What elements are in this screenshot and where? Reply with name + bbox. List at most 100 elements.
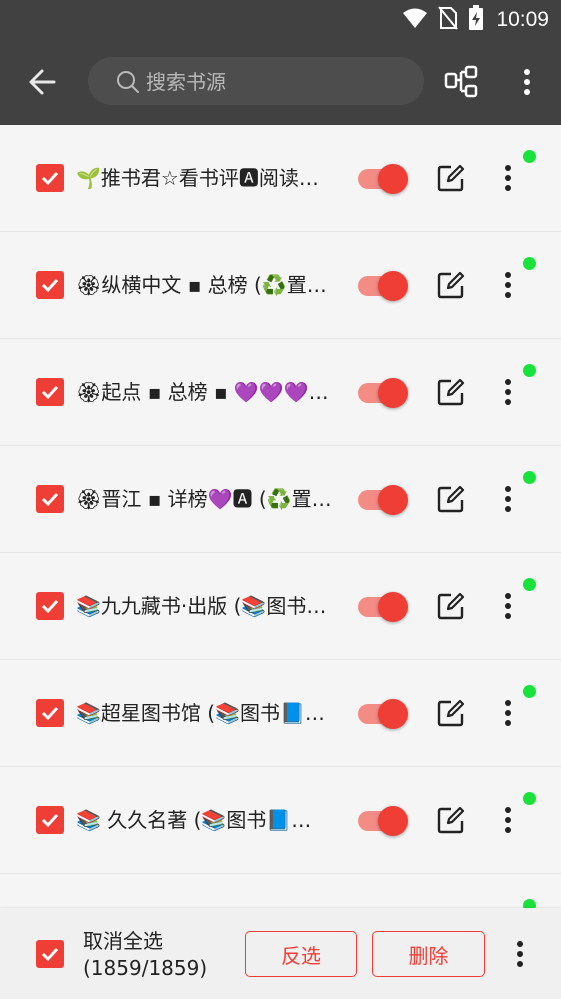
delete-button[interactable]: 删除	[372, 931, 485, 977]
toolbar-more-button[interactable]	[515, 64, 539, 100]
select-all-checkbox[interactable]	[36, 940, 64, 968]
search-input[interactable]	[144, 57, 408, 107]
source-row[interactable]: 📚 久久名著 (📚图书📘…	[0, 767, 561, 874]
source-checkbox[interactable]	[36, 592, 64, 620]
row-more-button[interactable]	[496, 269, 520, 301]
edit-icon	[437, 592, 465, 620]
source-row[interactable]: 🏵纵横中文 ▪ 总榜 (♻️置…	[0, 232, 561, 339]
switch-thumb	[378, 592, 408, 622]
source-checkbox[interactable]	[36, 699, 64, 727]
source-name: 📚九九藏书·出版 (📚图书…	[76, 594, 327, 618]
source-checkbox[interactable]	[36, 271, 64, 299]
check-icon	[41, 492, 59, 507]
source-name: 🏵纵横中文 ▪ 总榜 (♻️置…	[76, 273, 327, 297]
check-icon	[41, 813, 59, 828]
status-dot	[523, 685, 536, 698]
more-vertical-icon	[505, 700, 511, 726]
source-checkbox[interactable]	[36, 485, 64, 513]
edit-button[interactable]	[436, 698, 466, 728]
row-more-button[interactable]	[496, 162, 520, 194]
source-enable-switch[interactable]	[358, 697, 412, 729]
source-name: 📚超星图书馆 (📚图书📘…	[76, 701, 325, 725]
status-dot	[523, 150, 536, 163]
edit-icon	[437, 378, 465, 406]
row-more-button[interactable]	[496, 697, 520, 729]
switch-thumb	[378, 378, 408, 408]
status-bar: 10:09	[0, 0, 561, 38]
more-vertical-icon	[505, 486, 511, 512]
check-icon	[41, 385, 59, 400]
edit-icon	[437, 699, 465, 727]
edit-icon	[437, 164, 465, 192]
edit-button[interactable]	[436, 591, 466, 621]
source-enable-switch[interactable]	[358, 483, 412, 515]
switch-thumb	[378, 271, 408, 301]
switch-thumb	[378, 806, 408, 836]
source-row[interactable]: 🏵晋江 ▪ 详榜💜🅰 (♻️置…	[0, 446, 561, 553]
source-row[interactable]: 📚九九藏书·出版 (📚图书…	[0, 553, 561, 660]
source-checkbox[interactable]	[36, 806, 64, 834]
row-more-button[interactable]	[496, 483, 520, 515]
arrow-left-icon	[29, 69, 56, 95]
status-dot	[523, 471, 536, 484]
wifi-icon	[402, 7, 428, 33]
edit-button[interactable]	[436, 377, 466, 407]
more-vertical-icon	[517, 941, 523, 967]
check-icon	[41, 278, 59, 293]
row-more-button[interactable]	[496, 590, 520, 622]
switch-thumb	[378, 699, 408, 729]
toolbar	[0, 38, 561, 125]
source-enable-switch[interactable]	[358, 162, 412, 194]
status-time: 10:09	[496, 8, 549, 31]
edit-button[interactable]	[436, 484, 466, 514]
source-name: 🌱推书君☆看书评🅰阅读…	[76, 166, 319, 190]
more-vertical-icon	[505, 165, 511, 191]
source-row[interactable]: 🏵起点 ▪ 总榜 ▪ 💜💜💜…	[0, 339, 561, 446]
source-name: 📚 久久名著 (📚图书📘…	[76, 808, 312, 832]
source-enable-switch[interactable]	[358, 804, 412, 836]
status-dot	[523, 578, 536, 591]
search-box[interactable]	[88, 57, 424, 107]
selection-count: (1859/1859)	[83, 956, 208, 980]
battery-charging-icon	[468, 5, 484, 35]
row-more-button[interactable]	[496, 804, 520, 836]
status-dot	[523, 899, 536, 908]
bottom-more-button[interactable]	[508, 938, 532, 970]
more-vertical-icon	[505, 272, 511, 298]
edit-icon	[437, 271, 465, 299]
source-row[interactable]: 🌱推书君☆看书评🅰阅读…	[0, 125, 561, 232]
edit-button[interactable]	[436, 270, 466, 300]
select-all-label[interactable]: 取消全选	[83, 928, 163, 954]
source-enable-switch[interactable]	[358, 269, 412, 301]
no-sim-icon	[438, 6, 459, 34]
row-more-button[interactable]	[496, 376, 520, 408]
check-icon	[41, 947, 59, 962]
check-icon	[41, 599, 59, 614]
edit-button[interactable]	[436, 805, 466, 835]
source-name: 🏵起点 ▪ 总榜 ▪ 💜💜💜…	[76, 380, 329, 404]
source-name: 🏵晋江 ▪ 详榜💜🅰 (♻️置…	[76, 487, 332, 511]
source-enable-switch[interactable]	[358, 376, 412, 408]
search-icon	[116, 70, 140, 98]
switch-thumb	[378, 485, 408, 515]
more-vertical-icon	[505, 807, 511, 833]
edit-button[interactable]	[436, 163, 466, 193]
edit-icon	[437, 806, 465, 834]
edit-icon	[437, 485, 465, 513]
source-row[interactable]	[0, 874, 561, 908]
bottom-bar: 取消全选 (1859/1859) 反选 删除	[0, 908, 561, 999]
source-checkbox[interactable]	[36, 378, 64, 406]
invert-selection-button[interactable]: 反选	[245, 931, 357, 977]
back-button[interactable]	[24, 62, 64, 102]
group-button[interactable]	[444, 64, 480, 100]
more-vertical-icon	[505, 593, 511, 619]
more-vertical-icon	[524, 69, 530, 95]
source-row[interactable]: 📚超星图书馆 (📚图书📘…	[0, 660, 561, 767]
switch-thumb	[378, 164, 408, 194]
check-icon	[41, 171, 59, 186]
check-icon	[41, 706, 59, 721]
source-list[interactable]: 🌱推书君☆看书评🅰阅读… 🏵纵横中文 ▪ 总榜 (♻️置… 🏵起点 ▪ 总榜 ▪ 💜…	[0, 125, 561, 908]
source-checkbox[interactable]	[36, 164, 64, 192]
status-dot	[523, 257, 536, 270]
source-enable-switch[interactable]	[358, 590, 412, 622]
